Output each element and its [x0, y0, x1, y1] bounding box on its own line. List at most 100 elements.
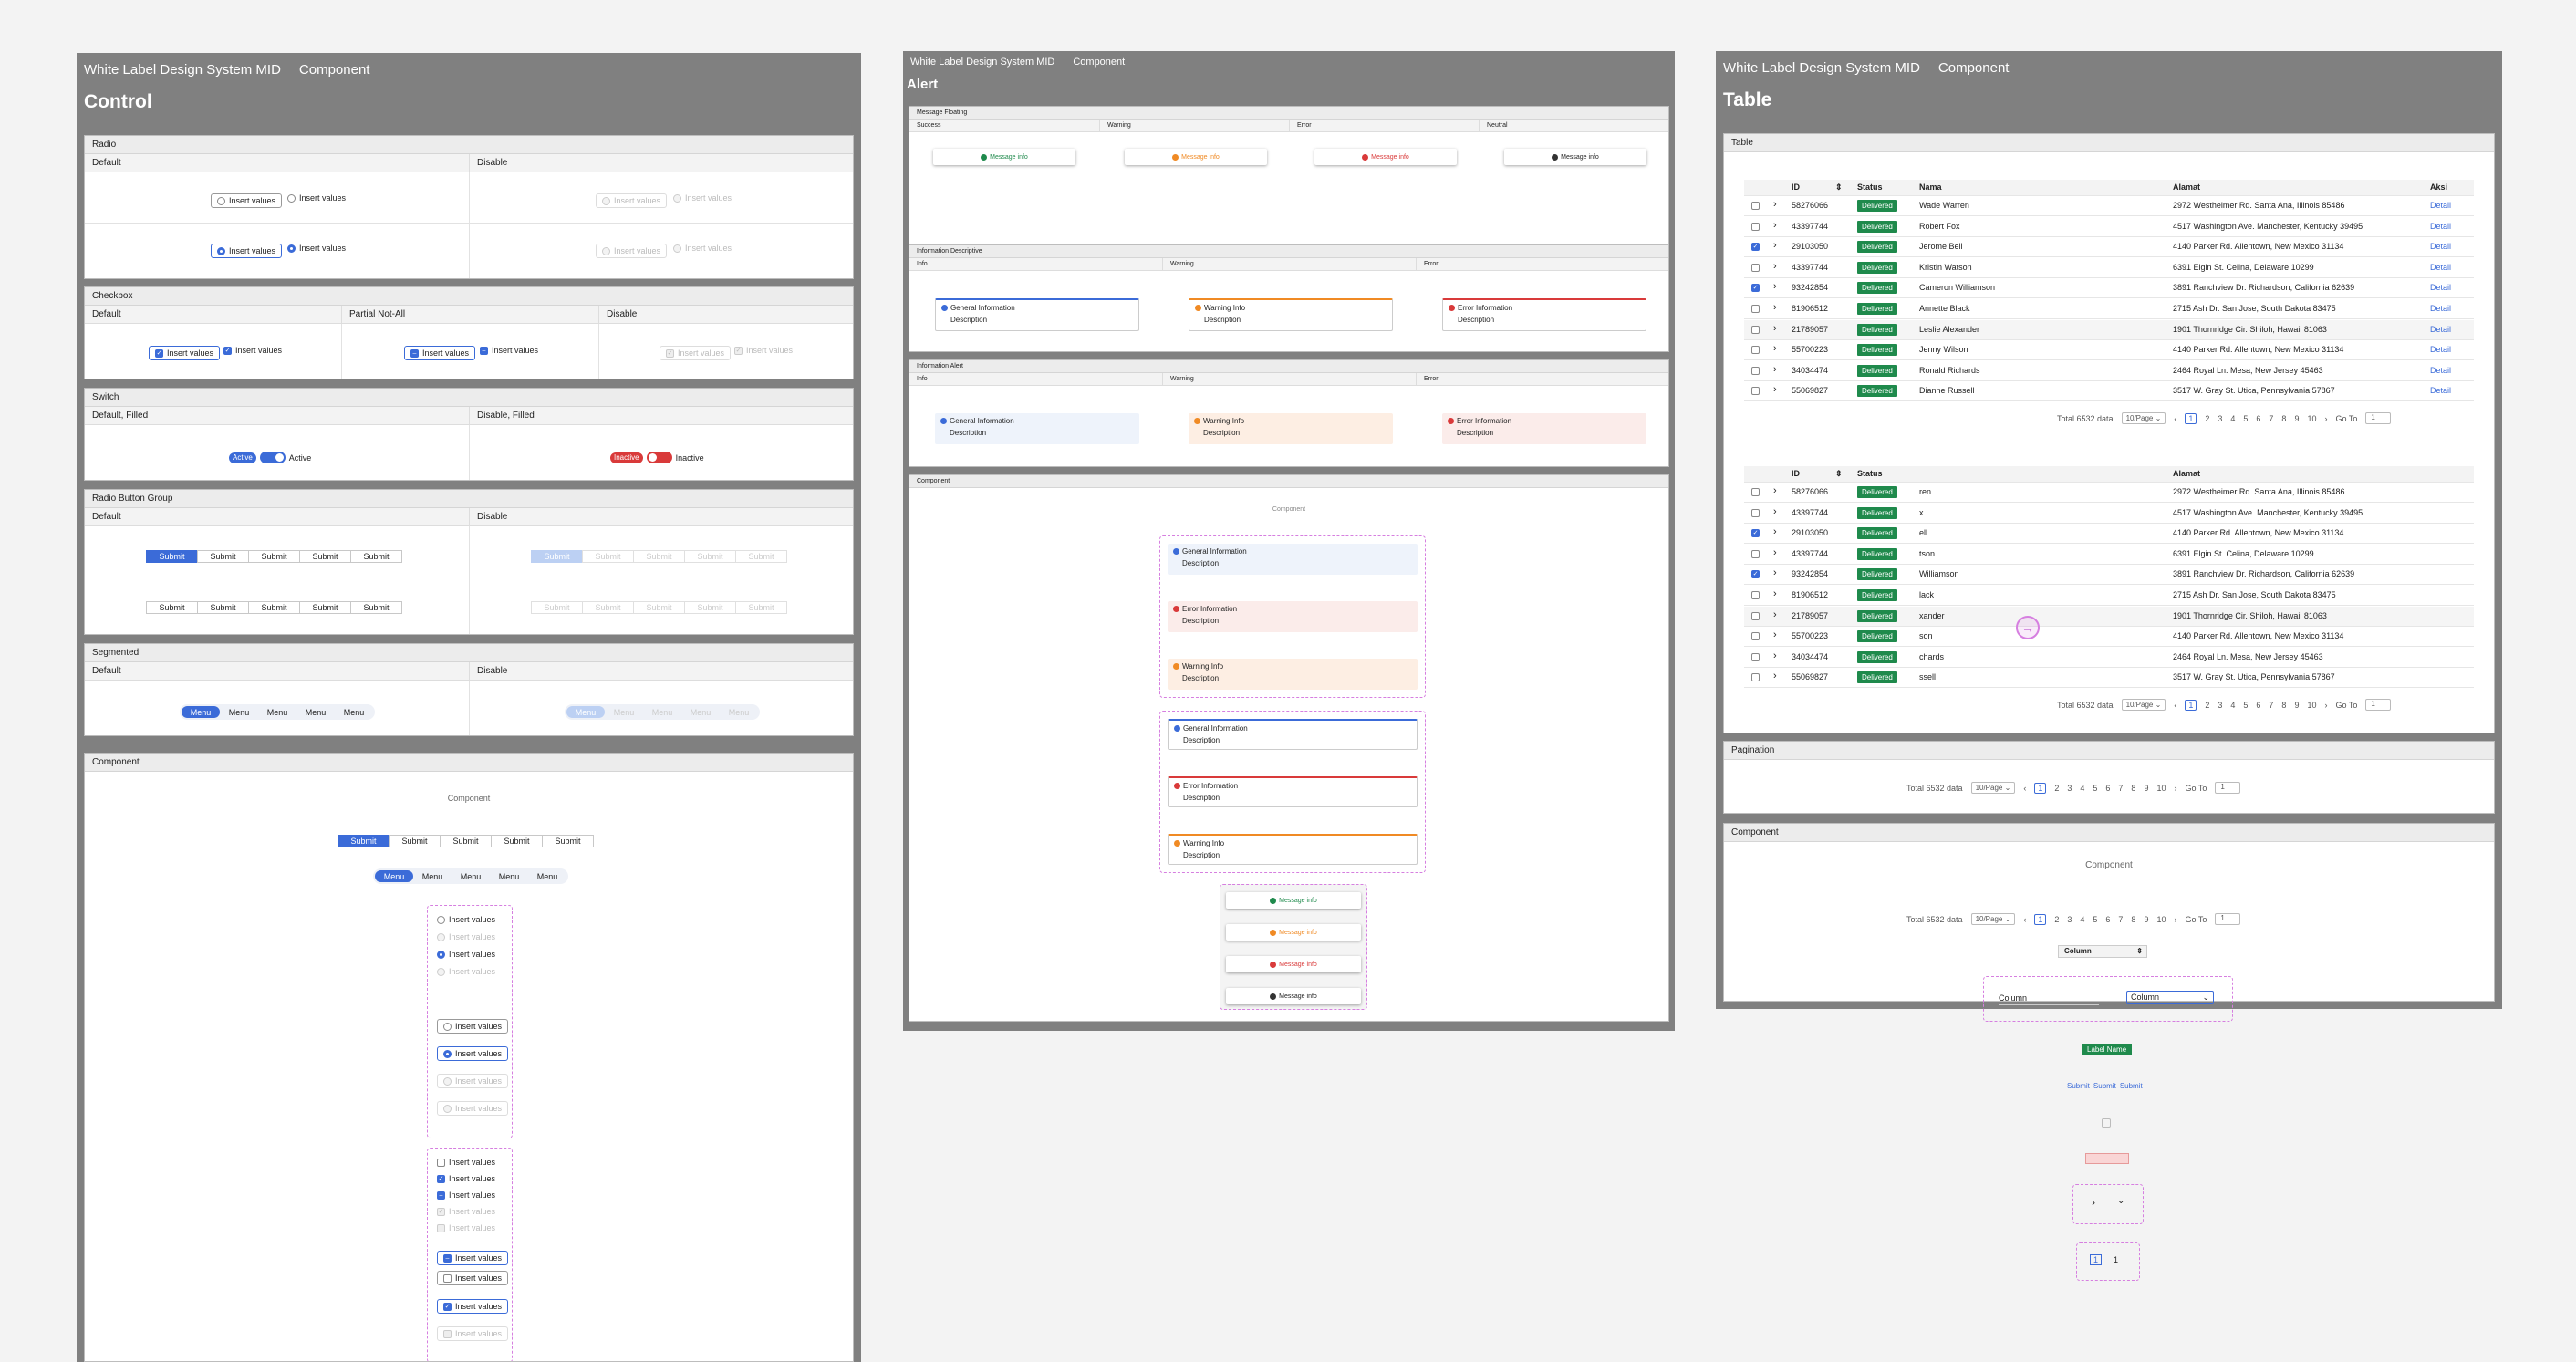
link-button[interactable]: Submit — [2093, 1082, 2116, 1090]
page-6[interactable]: 6 — [2105, 784, 2110, 793]
next-page-icon[interactable]: › — [2324, 414, 2327, 423]
page-size-select[interactable]: 10/Page ⌄ — [2121, 412, 2166, 424]
detail-link[interactable]: Detail — [2430, 325, 2451, 334]
chevron-right-icon[interactable]: › — [1773, 588, 1777, 599]
page-9[interactable]: 9 — [2294, 414, 2299, 423]
row-checkbox[interactable] — [1751, 222, 1760, 231]
row-checkbox[interactable] — [1751, 673, 1760, 682]
detail-link[interactable]: Detail — [2430, 386, 2451, 395]
page-9[interactable]: 9 — [2144, 784, 2148, 793]
row-checkbox[interactable]: ✓ — [1751, 284, 1760, 293]
table-row[interactable]: › 34034474 Delivered chards 2464 Royal Ln. M… — [1744, 648, 2474, 668]
next-page-icon[interactable]: › — [2174, 915, 2176, 924]
table-row[interactable]: › 55700223 Delivered son 4140 Parker Rd. All… — [1744, 627, 2474, 648]
radio-option[interactable]: Insert values — [287, 193, 346, 203]
chevron-right-icon[interactable]: › — [1773, 364, 1777, 375]
radio-box-option-selected[interactable]: Insert values — [211, 244, 283, 258]
prev-page-icon[interactable]: ‹ — [2174, 701, 2176, 710]
group-button[interactable]: Submit — [542, 835, 594, 847]
chevron-right-icon[interactable]: › — [1773, 384, 1777, 395]
segment-item[interactable]: Menu — [375, 870, 413, 882]
page-6[interactable]: 6 — [2105, 915, 2110, 924]
sort-icon[interactable]: ⇕ — [2136, 946, 2143, 957]
page-4[interactable]: 4 — [2080, 915, 2084, 924]
button-group[interactable]: Submit Submit Submit Submit Submit — [146, 550, 402, 563]
group-button[interactable]: Submit — [338, 835, 390, 847]
page-7[interactable]: 7 — [2269, 701, 2273, 710]
segment-item[interactable]: Menu — [220, 706, 258, 718]
radio-box-option[interactable]: Insert values — [211, 193, 283, 208]
goto-input[interactable]: 1 — [2365, 412, 2392, 424]
button-group[interactable]: Submit Submit Submit Submit Submit — [146, 601, 402, 614]
sort-icon[interactable]: ⇕ — [1835, 469, 1843, 479]
checkbox[interactable] — [2102, 1118, 2111, 1128]
table-row[interactable]: › 55069827 Delivered ssell 3517 W. Gray St. … — [1744, 668, 2474, 689]
table-row[interactable]: › 34034474 Delivered Ronald Richards 2464 Ro… — [1744, 361, 2474, 381]
group-button[interactable]: Submit — [248, 601, 300, 614]
page-7[interactable]: 7 — [2269, 414, 2273, 423]
table-row[interactable]: › 43397744 Delivered x 4517 Washington Ave. … — [1744, 504, 2474, 524]
detail-link[interactable]: Detail — [2430, 222, 2451, 231]
chevron-right-icon[interactable]: › — [1773, 629, 1777, 640]
col-id[interactable]: ID — [1792, 469, 1800, 478]
segment-item[interactable]: Menu — [335, 706, 373, 718]
row-checkbox[interactable]: ✓ — [1751, 570, 1760, 579]
segment-item[interactable]: Menu — [296, 706, 335, 718]
row-checkbox[interactable] — [1751, 325, 1760, 334]
checkbox-option[interactable]: Insert values — [437, 1158, 495, 1167]
segment-item[interactable]: Menu — [528, 870, 566, 882]
page-9[interactable]: 9 — [2144, 915, 2148, 924]
page-10[interactable]: 10 — [2307, 701, 2316, 710]
chevron-right-icon[interactable]: › — [1773, 220, 1777, 231]
chevron-right-icon[interactable]: › — [1773, 609, 1777, 620]
row-checkbox[interactable] — [1751, 387, 1760, 396]
group-button[interactable]: Submit — [350, 550, 402, 563]
radio-option-selected[interactable]: Insert values — [287, 244, 346, 253]
row-checkbox[interactable] — [1751, 263, 1760, 272]
checkbox-partial-box[interactable]: – Insert values — [404, 346, 476, 360]
page-5[interactable]: 5 — [2093, 915, 2097, 924]
page-8[interactable]: 8 — [2281, 701, 2286, 710]
group-button[interactable]: Submit — [389, 835, 441, 847]
segmented-control[interactable]: Menu Menu Menu Menu Menu — [373, 868, 568, 884]
segment-item[interactable]: Menu — [490, 870, 528, 882]
page-3[interactable]: 3 — [2067, 784, 2072, 793]
table-row[interactable]: ✓ › 93242854 Delivered Cameron Williamson 389… — [1744, 278, 2474, 299]
checkbox-option-partial[interactable]: – Insert values — [437, 1190, 495, 1200]
page-2[interactable]: 2 — [2205, 414, 2209, 423]
column-select[interactable]: Column ⌄ — [2126, 991, 2214, 1004]
checkbox-box-option[interactable]: ✓ Insert values — [149, 346, 221, 360]
prev-page-icon[interactable]: ‹ — [2023, 784, 2026, 793]
page-10[interactable]: 10 — [2156, 915, 2166, 924]
chevron-right-icon[interactable]: › — [1773, 199, 1777, 210]
segment-item[interactable]: Menu — [452, 870, 490, 882]
checkbox-box-partial[interactable]: – Insert values — [437, 1251, 509, 1265]
column-header-sortable[interactable]: Column ⇕ — [2058, 945, 2147, 958]
detail-link[interactable]: Detail — [2430, 263, 2451, 272]
group-button[interactable]: Submit — [299, 601, 351, 614]
checkbox-option[interactable]: ✓ Insert values — [223, 346, 282, 355]
table-row[interactable]: › 58276066 Delivered Wade Warren 2972 Westhe… — [1744, 196, 2474, 216]
scroll-arrow-icon[interactable]: → — [2016, 616, 2040, 639]
chevron-right-icon[interactable]: › — [1773, 526, 1777, 537]
radio-option-selected[interactable]: Insert values — [437, 950, 495, 959]
next-page-icon[interactable]: › — [2174, 784, 2176, 793]
row-checkbox[interactable] — [1751, 632, 1760, 641]
sort-icon[interactable]: ⇕ — [1835, 182, 1843, 192]
page-2[interactable]: 2 — [2054, 915, 2059, 924]
table-row[interactable]: › 21789057 Delivered xander 1901 Thornridge … — [1744, 606, 2474, 627]
page-3[interactable]: 3 — [2067, 915, 2072, 924]
goto-input[interactable]: 1 — [2365, 699, 2392, 711]
chevron-down-icon[interactable]: ⌄ — [2117, 1196, 2124, 1206]
row-checkbox[interactable] — [1751, 652, 1760, 661]
row-checkbox[interactable] — [1751, 508, 1760, 517]
page-2[interactable]: 2 — [2054, 784, 2059, 793]
page-5[interactable]: 5 — [2243, 701, 2248, 710]
button-group[interactable]: Submit Submit Submit Submit Submit — [338, 835, 594, 847]
chevron-right-icon[interactable]: › — [1773, 506, 1777, 517]
chevron-right-icon[interactable]: › — [1773, 302, 1777, 313]
page-4[interactable]: 4 — [2230, 414, 2235, 423]
chevron-right-icon[interactable]: › — [2092, 1196, 2095, 1209]
row-checkbox[interactable] — [1751, 346, 1760, 355]
goto-input[interactable]: 1 — [2215, 782, 2241, 794]
